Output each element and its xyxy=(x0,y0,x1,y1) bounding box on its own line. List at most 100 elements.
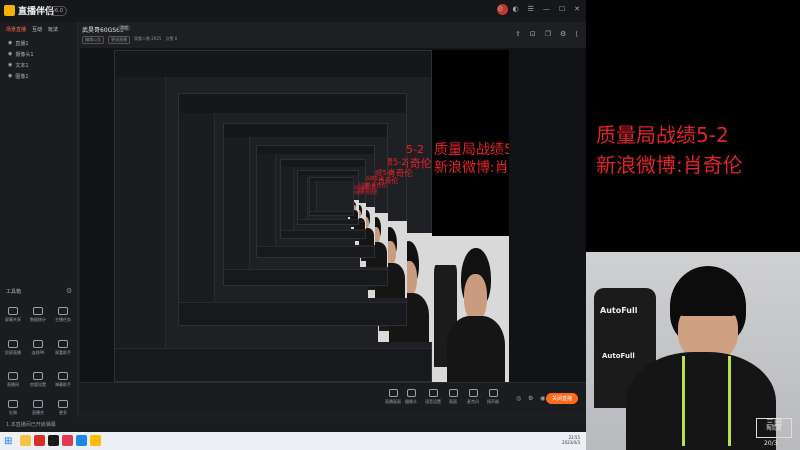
tool-picture[interactable]: 画面 xyxy=(442,389,464,405)
frame-foot xyxy=(115,348,431,381)
frame-bar xyxy=(178,94,406,113)
tool-watch-helper[interactable]: 观看助手 xyxy=(53,340,73,356)
tool-tasks[interactable]: 主播任务 xyxy=(53,307,73,323)
chair-logo: AutoFull xyxy=(602,352,635,360)
tool-screen-share[interactable]: 屏幕共享 xyxy=(3,307,23,323)
room-header: 武昊哥60GS60 游戏 编辑公告 更改直播 观看人数 2925 点赞 0 ⇪ … xyxy=(80,22,586,48)
system-tray[interactable]: 23:55 2023/4/3 xyxy=(562,435,580,445)
app-icon[interactable] xyxy=(34,435,45,446)
settings-icon[interactable]: ⚙ xyxy=(497,5,503,13)
chat-icon[interactable]: ◎ xyxy=(516,395,521,402)
tool-danmaku[interactable]: 弹幕助手 xyxy=(53,372,73,388)
webcam-thumbnail xyxy=(432,236,509,382)
clock-date: 2023/4/3 xyxy=(562,440,580,446)
tool-camera[interactable]: 摄像头 xyxy=(400,389,422,405)
corner-brand-logo: 三田 陶同局 xyxy=(756,418,792,438)
skin-icon[interactable]: ◐ xyxy=(512,5,518,13)
tab-scene-live[interactable]: 场景直播 xyxy=(6,26,26,33)
share-icon[interactable]: ⇪ xyxy=(515,30,521,38)
app-icon[interactable] xyxy=(90,435,101,446)
chart-icon xyxy=(33,307,43,315)
app-window: 直播伴侣 v6.0 ⚙ ◐ ☰ — ☐ ✕ 场景直播 互动 玩法 ◉ 直播1 ◉ 摄… xyxy=(0,0,586,432)
screen-icon xyxy=(8,307,18,315)
left-panel-tabs: 场景直播 互动 玩法 xyxy=(6,26,58,33)
gift-icon xyxy=(8,400,18,408)
camera-icon xyxy=(406,389,416,397)
scene-item[interactable]: ◉ 文本1 xyxy=(8,62,29,69)
app-icon[interactable] xyxy=(48,435,59,446)
change-live-button[interactable]: 更改直播 xyxy=(108,36,130,44)
share-link-icon[interactable]: ⟨ xyxy=(575,30,578,38)
person-face xyxy=(464,273,488,321)
version-badge[interactable]: v6.0 xyxy=(48,6,67,16)
tool-pk[interactable]: 连线PK xyxy=(28,340,48,356)
frame-bar xyxy=(224,124,388,138)
close-button[interactable]: ✕ xyxy=(574,5,580,13)
app-icon[interactable] xyxy=(62,435,73,446)
menu-icon[interactable]: ☰ xyxy=(528,5,534,13)
more-icon xyxy=(58,400,68,408)
frame-bar xyxy=(115,51,431,78)
person-body xyxy=(447,316,506,382)
frame-foot xyxy=(257,246,375,258)
toolbox-settings-icon[interactable]: ⚙ xyxy=(66,287,72,295)
tool-merge[interactable]: 直播合 xyxy=(28,400,48,416)
merge-icon xyxy=(33,400,43,408)
windows-icon[interactable]: ⊞ xyxy=(4,436,12,447)
status-line: 1.本直播间已开启弹幕 xyxy=(0,417,586,432)
frame-side xyxy=(115,77,166,348)
tool-room[interactable]: 直播间 xyxy=(3,372,23,388)
picture-icon xyxy=(448,389,458,397)
tool-cast[interactable]: 投屏直播 xyxy=(3,340,23,356)
maximize-button[interactable]: ☐ xyxy=(559,5,565,13)
room-icon xyxy=(8,372,18,380)
frame-side xyxy=(298,174,308,220)
category-badge[interactable]: 游戏 xyxy=(118,25,130,31)
eye-icon[interactable]: ◉ xyxy=(8,62,12,69)
status-text: 1.本直播间已开启弹幕 xyxy=(6,422,56,428)
screen-icon xyxy=(388,389,398,397)
microphone-icon xyxy=(468,389,478,397)
tool-mic[interactable]: 麦克风 xyxy=(462,389,484,405)
tool-gift[interactable]: 礼物 xyxy=(3,400,23,416)
eye-icon[interactable]: ◉ xyxy=(8,73,12,80)
frame-foot xyxy=(281,230,365,239)
stream-overlay: 质量局战绩5-2 新浪微博:肖奇伦 AutoFull AutoFull 三田 陶… xyxy=(586,0,800,450)
frame-side xyxy=(310,180,318,212)
caption-text: 质量局战绩5-2 新浪微博:肖奇伦 xyxy=(596,120,743,180)
frame-side xyxy=(257,154,277,247)
go-live-button[interactable]: 关闭直播 xyxy=(545,393,578,404)
settings-icon[interactable]: ⚙ xyxy=(560,30,566,38)
eye-icon[interactable]: ◉ xyxy=(8,40,12,47)
scene-item[interactable]: ◉ 摄像头1 xyxy=(8,51,34,58)
scene-item[interactable]: ◉ 直播1 xyxy=(8,40,29,47)
tool-voice[interactable]: 语音设置 xyxy=(422,389,444,405)
task-icon xyxy=(58,307,68,315)
tool-admin[interactable]: 房管设置 xyxy=(28,372,48,388)
taskbar: ⊞ 23:55 2023/4/3 xyxy=(0,432,586,450)
settings-icon[interactable]: ⚙ xyxy=(528,395,533,402)
gift-icon[interactable]: ◉ xyxy=(540,395,545,402)
scene-item[interactable]: ◉ 图像1 xyxy=(8,73,29,80)
person-body xyxy=(626,352,776,450)
tool-stats[interactable]: 数据统计 xyxy=(28,307,48,323)
voice-icon xyxy=(428,389,438,397)
person-fringe xyxy=(672,288,742,316)
edit-notice-button[interactable]: 编辑公告 xyxy=(82,36,104,44)
tab-interaction[interactable]: 互动 xyxy=(32,26,42,33)
app-icon[interactable] xyxy=(76,435,87,446)
live-preview[interactable]: 质量局战绩5-2新浪微博:肖奇伦质量局战绩5-2新浪微博:肖奇伦质量局战绩5-2… xyxy=(80,48,586,382)
copy-icon[interactable]: ❐ xyxy=(545,30,551,38)
cast-icon xyxy=(8,340,18,348)
minimize-button[interactable]: — xyxy=(543,5,550,13)
tool-speaker[interactable]: 扬声器 xyxy=(482,389,504,405)
frame-side xyxy=(281,166,295,231)
link-icon xyxy=(33,340,43,348)
eye-icon[interactable]: ◉ xyxy=(8,51,12,58)
tool-more[interactable]: 更多 xyxy=(53,400,73,416)
lock-icon[interactable]: ⊡ xyxy=(530,30,536,38)
preview-canvas: 质量局战绩5-2新浪微博:肖奇伦质量局战绩5-2新浪微博:肖奇伦质量局战绩5-2… xyxy=(114,50,509,382)
danmaku-icon xyxy=(58,372,68,380)
folder-icon[interactable] xyxy=(20,435,31,446)
tab-gameplay[interactable]: 玩法 xyxy=(48,26,58,33)
